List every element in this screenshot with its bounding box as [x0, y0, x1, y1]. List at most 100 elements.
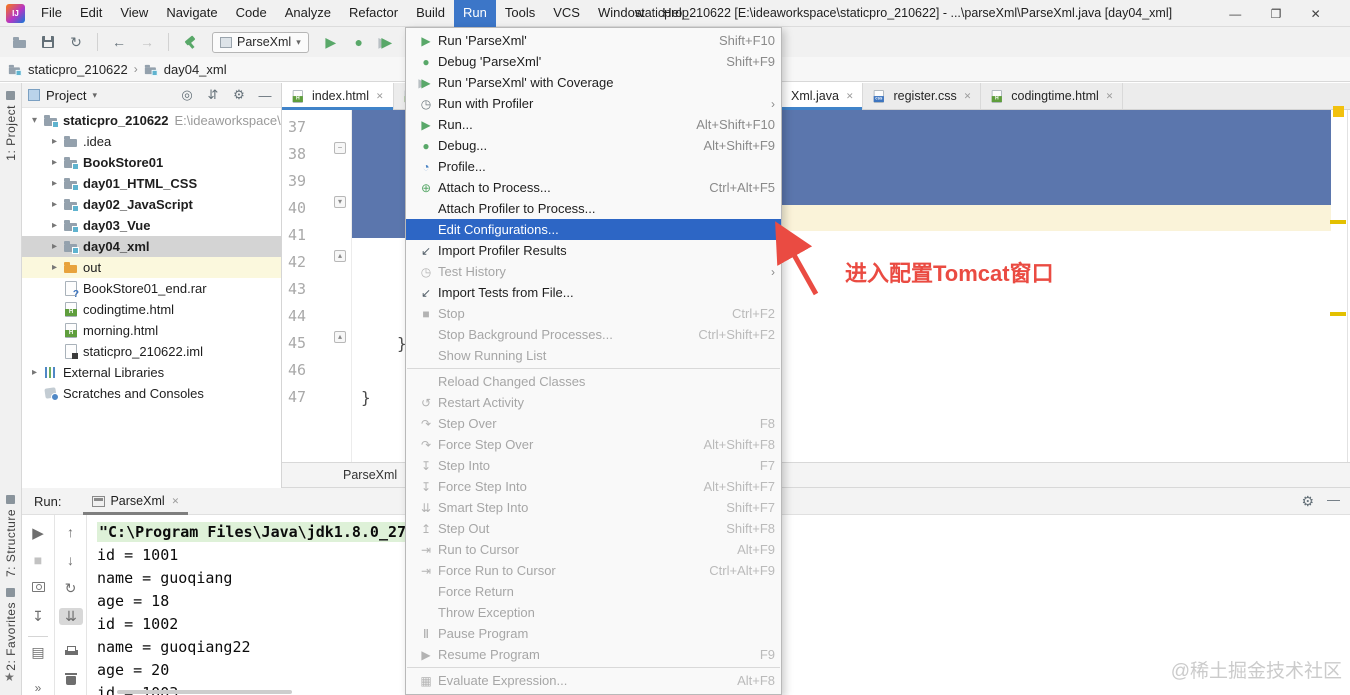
open-folder-button[interactable] — [8, 31, 32, 53]
collapse-all-button[interactable]: ⇵ — [203, 87, 223, 103]
locate-file-button[interactable]: ◎ — [177, 87, 197, 103]
project-tree-item-idea[interactable]: ▸ .idea — [22, 131, 281, 152]
clear-console-icon[interactable] — [65, 673, 77, 685]
up-stack-icon[interactable]: ↑ — [55, 524, 86, 540]
dump-thread-icon[interactable]: ↧ — [22, 608, 54, 625]
scroll-to-end-icon[interactable]: ⇊ — [59, 608, 83, 625]
breadcrumb-item-staticpro-210622[interactable]: staticpro_210622 — [8, 62, 128, 77]
soft-wrap-icon[interactable]: ↻ — [55, 580, 86, 597]
hide-panel-button[interactable]: — — [1327, 492, 1340, 507]
fold-marker-icon[interactable]: ▴ — [334, 331, 346, 343]
run-config-select[interactable]: ParseXml ▾ — [212, 31, 309, 53]
project-tree-item-staticpro-210622[interactable]: ▾ staticpro_210622 E:\ideaworkspace\s — [22, 110, 281, 131]
run-menu-item-attach-to-process[interactable]: Attach to Process... Ctrl+Alt+F5 — [406, 177, 781, 198]
tree-chevron-icon[interactable]: ▸ — [46, 136, 63, 147]
project-tree-item-codingtime-html[interactable]: codingtime.html — [22, 299, 281, 320]
menubar-item-edit[interactable]: Edit — [71, 0, 111, 27]
editor-right-tab-codingtime-html[interactable]: codingtime.html ✕ — [981, 83, 1124, 109]
build-button[interactable] — [178, 31, 202, 53]
footer-breadcrumb[interactable]: ParseXml — [343, 468, 397, 482]
tree-chevron-icon[interactable]: ▸ — [46, 157, 63, 168]
editor-right-tab-xml-java[interactable]: Xml.java ✕ — [782, 83, 864, 110]
down-stack-icon[interactable]: ↓ — [55, 552, 86, 568]
scrollbar-track[interactable] — [1347, 110, 1348, 462]
run-menu-item-edit-configurations[interactable]: Edit Configurations... — [406, 219, 781, 240]
fold-marker-icon[interactable]: ▾ — [334, 196, 346, 208]
minimize-icon[interactable]: — — [1229, 7, 1241, 21]
editor-left-tab-index-html[interactable]: index.html ✕ — [282, 83, 394, 110]
project-tree-item-day03-vue[interactable]: ▸ day03_Vue — [22, 215, 281, 236]
project-tree-item-scratches-and-consoles[interactable]: Scratches and Consoles — [22, 383, 281, 404]
horizontal-scrollbar[interactable] — [117, 690, 292, 694]
run-menu-item-debug-parsexml[interactable]: Debug 'ParseXml' Shift+F9 — [406, 51, 781, 72]
tool-window-button-favorites[interactable]: 2: Favorites — [0, 588, 21, 671]
tree-chevron-icon[interactable]: ▸ — [46, 178, 63, 189]
tree-chevron-icon[interactable]: ▸ — [46, 241, 63, 252]
close-tab-icon[interactable]: ✕ — [376, 91, 384, 102]
close-tab-icon[interactable]: ✕ — [846, 91, 854, 102]
restore-layout-icon[interactable]: ▤ — [22, 644, 54, 661]
tree-chevron-icon[interactable]: ▸ — [46, 220, 63, 231]
menubar-item-view[interactable]: View — [111, 0, 157, 27]
fold-marker-icon[interactable]: ▴ — [334, 250, 346, 262]
run-menu-item-attach-profiler-to-process[interactable]: Attach Profiler to Process... — [406, 198, 781, 219]
project-tree-item-day01-html-css[interactable]: ▸ day01_HTML_CSS — [22, 173, 281, 194]
menubar-item-build[interactable]: Build — [407, 0, 454, 27]
run-menu-item-run-with-profiler[interactable]: Run with Profiler › — [406, 93, 781, 114]
stop-button[interactable]: ■ — [22, 552, 54, 568]
run-menu-item-run[interactable]: Run... Alt+Shift+F10 — [406, 114, 781, 135]
forward-button[interactable]: → — [135, 31, 159, 53]
run-menu-item-profile[interactable]: Profile... — [406, 156, 781, 177]
project-tree-item-morning-html[interactable]: morning.html — [22, 320, 281, 341]
menubar-item-run[interactable]: Run — [454, 0, 496, 27]
close-tab-icon[interactable]: ✕ — [172, 496, 180, 507]
sync-button[interactable]: ↻ — [64, 31, 88, 53]
editor-right-tab-register-css[interactable]: register.css ✕ — [863, 83, 982, 109]
project-tree-item-day02-javascript[interactable]: ▸ day02_JavaScript — [22, 194, 281, 215]
rerun-button[interactable]: ▶ — [22, 524, 54, 542]
coverage-button[interactable]: ▶ — [375, 31, 399, 53]
back-button[interactable]: ← — [107, 31, 131, 53]
hide-panel-button[interactable]: — — [255, 88, 275, 103]
more-actions-icon[interactable]: » — [22, 681, 54, 695]
run-panel-tab[interactable]: ParseXml ✕ — [83, 488, 188, 515]
run-menu-item-run-parsexml-with-coverage[interactable]: Run 'ParseXml' with Coverage — [406, 72, 781, 93]
breadcrumb-item-day04-xml[interactable]: day04_xml — [144, 62, 227, 77]
menubar-item-tools[interactable]: Tools — [496, 0, 544, 27]
settings-gear-icon[interactable]: ⚙ — [229, 87, 249, 103]
project-panel-title[interactable]: Project — [46, 88, 86, 103]
tool-window-button-structure[interactable]: 7: Structure — [0, 495, 21, 577]
menubar-item-file[interactable]: File — [32, 0, 71, 27]
chevron-down-icon[interactable]: ▾ — [92, 90, 97, 101]
close-tab-icon[interactable]: ✕ — [1106, 91, 1114, 102]
menubar-item-navigate[interactable]: Navigate — [157, 0, 226, 27]
run-menu-item-import-tests-from-file[interactable]: Import Tests from File... — [406, 282, 781, 303]
tree-chevron-icon[interactable]: ▾ — [26, 115, 43, 126]
menubar-item-vcs[interactable]: VCS — [544, 0, 589, 27]
menubar-item-analyze[interactable]: Analyze — [276, 0, 340, 27]
restore-icon[interactable]: ❐ — [1271, 7, 1282, 21]
project-tree-item-out[interactable]: ▸ out — [22, 257, 281, 278]
project-tree-item-external-libraries[interactable]: ▸ External Libraries — [22, 362, 281, 383]
warning-stripe-mark[interactable] — [1330, 220, 1346, 224]
run-button[interactable]: ▶ — [319, 31, 343, 53]
run-menu-item-import-profiler-results[interactable]: Import Profiler Results — [406, 240, 781, 261]
star-icon[interactable]: ★ — [4, 670, 15, 684]
warning-stripe-mark[interactable] — [1330, 312, 1346, 316]
project-tree-item-bookstore01[interactable]: ▸ BookStore01 — [22, 152, 281, 173]
tree-chevron-icon[interactable]: ▸ — [46, 262, 63, 273]
fold-marker-icon[interactable]: − — [334, 142, 346, 154]
run-menu-item-debug[interactable]: Debug... Alt+Shift+F9 — [406, 135, 781, 156]
close-tab-icon[interactable]: ✕ — [964, 91, 972, 102]
close-icon[interactable]: ✕ — [1311, 7, 1321, 21]
project-tree-item-day04-xml[interactable]: ▸ day04_xml — [22, 236, 281, 257]
tree-chevron-icon[interactable]: ▸ — [46, 199, 63, 210]
project-tree-item-bookstore01-end-rar[interactable]: BookStore01_end.rar — [22, 278, 281, 299]
settings-gear-icon[interactable]: ⚙ — [1301, 493, 1314, 510]
warning-marker[interactable] — [1333, 106, 1344, 117]
project-tree-item-staticpro-210622-iml[interactable]: staticpro_210622.iml — [22, 341, 281, 362]
tree-chevron-icon[interactable]: ▸ — [26, 367, 43, 378]
print-icon[interactable] — [65, 646, 78, 657]
screenshot-icon[interactable] — [32, 582, 45, 592]
tool-window-button-project[interactable]: 1: Project — [0, 91, 21, 161]
